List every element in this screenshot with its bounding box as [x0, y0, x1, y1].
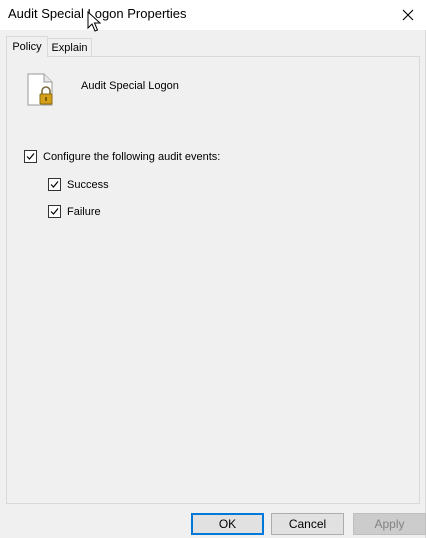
title-bar: Audit Special Logon Properties: [0, 0, 426, 30]
checkmark-icon: [26, 153, 35, 160]
failure-checkbox-row[interactable]: Failure: [48, 205, 101, 218]
tab-policy[interactable]: Policy: [6, 36, 48, 57]
configure-audit-checkbox-row[interactable]: Configure the following audit events:: [24, 150, 220, 163]
success-checkbox-row[interactable]: Success: [48, 178, 109, 191]
policy-tab-panel: [6, 56, 420, 504]
close-button[interactable]: [390, 0, 426, 30]
cancel-button[interactable]: Cancel: [271, 513, 344, 535]
checkmark-icon: [50, 208, 59, 215]
ok-button[interactable]: OK: [191, 513, 264, 535]
apply-button[interactable]: Apply: [353, 513, 426, 535]
mouse-cursor-icon: [87, 11, 101, 32]
document-lock-icon: [27, 73, 53, 106]
tab-explain[interactable]: Explain: [48, 38, 92, 57]
checkmark-icon: [50, 181, 59, 188]
tab-policy-label: Policy: [12, 41, 42, 53]
properties-dialog: Audit Special Logon Properties Policy Ex…: [0, 0, 426, 538]
tab-explain-label: Explain: [51, 42, 88, 54]
failure-label: Failure: [67, 205, 101, 218]
success-checkbox[interactable]: [48, 178, 61, 191]
failure-checkbox[interactable]: [48, 205, 61, 218]
configure-audit-checkbox[interactable]: [24, 150, 37, 163]
configure-audit-label: Configure the following audit events:: [43, 150, 221, 163]
success-label: Success: [67, 178, 109, 191]
close-icon: [402, 9, 414, 21]
policy-name: Audit Special Logon: [81, 80, 179, 92]
